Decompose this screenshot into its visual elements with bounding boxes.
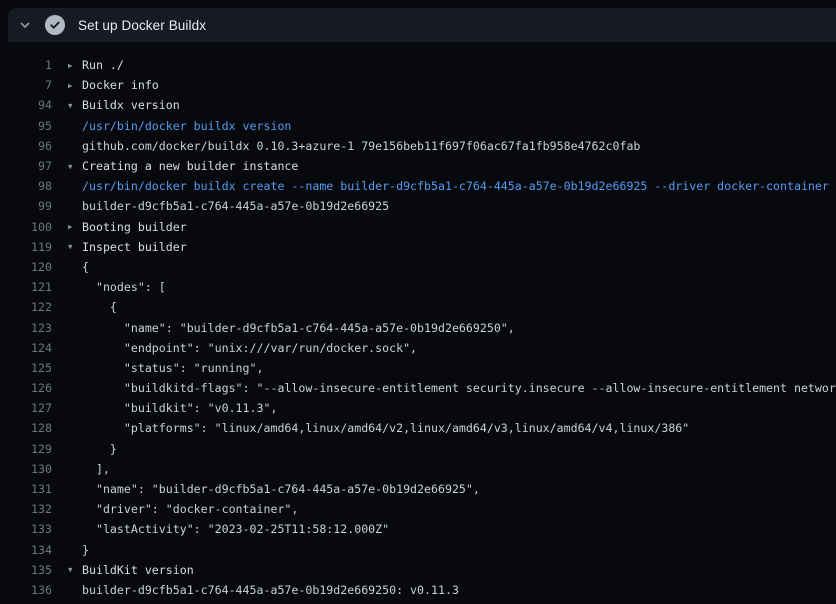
actions-log-viewer: Set up Docker Buildx 1 ▶ Run ./ 7 ▶ Dock… — [0, 0, 836, 604]
line-text: "name": "builder-d9cfb5a1-c764-445a-a57e… — [82, 482, 836, 496]
line-text: "lastActivity": "2023-02-25T11:58:12.000… — [82, 522, 836, 536]
log-line: 134 } — [0, 540, 836, 560]
log-line: 132 "driver": "docker-container", — [0, 499, 836, 519]
line-text: "status": "running", — [82, 361, 836, 375]
step-title: Set up Docker Buildx — [78, 18, 206, 33]
log-line: 98 /usr/bin/docker buildx create --name … — [0, 176, 836, 196]
line-text: } — [82, 442, 836, 456]
chevron-expanded-icon[interactable]: ▼ — [68, 162, 82, 171]
line-number[interactable]: 119 — [0, 240, 52, 254]
log-line[interactable]: 100 ▶ Booting builder — [0, 217, 836, 237]
line-text[interactable]: BuildKit version — [82, 563, 836, 577]
log-line: 126 "buildkitd-flags": "--allow-insecure… — [0, 378, 836, 398]
line-number[interactable]: 122 — [0, 300, 52, 314]
log-line[interactable]: 119 ▼ Inspect builder — [0, 237, 836, 257]
line-number[interactable]: 100 — [0, 220, 52, 234]
line-number[interactable]: 133 — [0, 522, 52, 536]
log-line: 99 builder-d9cfb5a1-c764-445a-a57e-0b19d… — [0, 196, 836, 216]
line-text: "endpoint": "unix:///var/run/docker.sock… — [82, 341, 836, 355]
line-number[interactable]: 126 — [0, 381, 52, 395]
line-text: "nodes": [ — [82, 280, 836, 294]
line-number[interactable]: 96 — [0, 139, 52, 153]
line-number[interactable]: 95 — [0, 119, 52, 133]
line-number[interactable]: 99 — [0, 199, 52, 213]
line-text[interactable]: Creating a new builder instance — [82, 159, 836, 173]
line-number[interactable]: 98 — [0, 179, 52, 193]
line-number[interactable]: 1 — [0, 58, 52, 72]
log-line: 128 "platforms": "linux/amd64,linux/amd6… — [0, 418, 836, 438]
line-text[interactable]: Inspect builder — [82, 240, 836, 254]
log-line: 131 "name": "builder-d9cfb5a1-c764-445a-… — [0, 479, 836, 499]
line-text: ], — [82, 462, 836, 476]
line-number[interactable]: 129 — [0, 442, 52, 456]
line-number[interactable]: 128 — [0, 421, 52, 435]
log-line: 120 { — [0, 257, 836, 277]
line-text: "buildkit": "v0.11.3", — [82, 401, 836, 415]
line-text[interactable]: Run ./ — [82, 58, 836, 72]
log-line: 95 /usr/bin/docker buildx version — [0, 116, 836, 136]
line-text: "platforms": "linux/amd64,linux/amd64/v2… — [82, 421, 836, 435]
log-line: 133 "lastActivity": "2023-02-25T11:58:12… — [0, 519, 836, 539]
log-line: 96 github.com/docker/buildx 0.10.3+azure… — [0, 136, 836, 156]
log-line[interactable]: 1 ▶ Run ./ — [0, 55, 836, 75]
log-line: 121 "nodes": [ — [0, 277, 836, 297]
line-number[interactable]: 7 — [0, 78, 52, 92]
line-text[interactable]: Buildx version — [82, 98, 836, 112]
line-number[interactable]: 97 — [0, 159, 52, 173]
step-header[interactable]: Set up Docker Buildx — [8, 8, 836, 42]
line-text: builder-d9cfb5a1-c764-445a-a57e-0b19d2e6… — [82, 583, 836, 597]
line-text[interactable]: Docker info — [82, 78, 836, 92]
line-text: /usr/bin/docker buildx version — [82, 119, 836, 133]
chevron-expanded-icon[interactable]: ▼ — [68, 565, 82, 574]
log-line[interactable]: 97 ▼ Creating a new builder instance — [0, 156, 836, 176]
line-text: github.com/docker/buildx 0.10.3+azure-1 … — [82, 139, 836, 153]
log-line: 129 } — [0, 439, 836, 459]
chevron-collapsed-icon[interactable]: ▶ — [68, 81, 82, 90]
log-line: 122 { — [0, 297, 836, 317]
chevron-expanded-icon[interactable]: ▼ — [68, 242, 82, 251]
log-line: 130 ], — [0, 459, 836, 479]
line-number[interactable]: 134 — [0, 543, 52, 557]
line-number[interactable]: 132 — [0, 502, 52, 516]
chevron-collapsed-icon[interactable]: ▶ — [68, 61, 82, 70]
line-number[interactable]: 121 — [0, 280, 52, 294]
check-circle-icon — [44, 8, 66, 42]
log-line[interactable]: 7 ▶ Docker info — [0, 75, 836, 95]
line-text[interactable]: Booting builder — [82, 220, 836, 234]
line-number[interactable]: 127 — [0, 401, 52, 415]
log-line: 127 "buildkit": "v0.11.3", — [0, 398, 836, 418]
log-line: 123 "name": "builder-d9cfb5a1-c764-445a-… — [0, 317, 836, 337]
log-line[interactable]: 94 ▼ Buildx version — [0, 95, 836, 115]
line-number[interactable]: 131 — [0, 482, 52, 496]
line-text: "buildkitd-flags": "--allow-insecure-ent… — [82, 381, 836, 395]
line-text: "name": "builder-d9cfb5a1-c764-445a-a57e… — [82, 321, 836, 335]
log-line: 124 "endpoint": "unix:///var/run/docker.… — [0, 338, 836, 358]
line-text: { — [82, 300, 836, 314]
chevron-expanded-icon[interactable]: ▼ — [68, 101, 82, 110]
line-text: { — [82, 260, 836, 274]
chevron-down-icon[interactable] — [10, 8, 40, 42]
line-number[interactable]: 130 — [0, 462, 52, 476]
line-number[interactable]: 136 — [0, 583, 52, 597]
line-text: } — [82, 543, 836, 557]
log-line: 125 "status": "running", — [0, 358, 836, 378]
line-text: builder-d9cfb5a1-c764-445a-a57e-0b19d2e6… — [82, 199, 836, 213]
log-line: 136 builder-d9cfb5a1-c764-445a-a57e-0b19… — [0, 580, 836, 600]
line-number[interactable]: 94 — [0, 98, 52, 112]
line-number[interactable]: 124 — [0, 341, 52, 355]
chevron-collapsed-icon[interactable]: ▶ — [68, 222, 82, 231]
line-text: /usr/bin/docker buildx create --name bui… — [82, 179, 836, 193]
line-number[interactable]: 120 — [0, 260, 52, 274]
log-lines: 1 ▶ Run ./ 7 ▶ Docker info 94 ▼ Buildx v… — [0, 42, 836, 604]
line-number[interactable]: 135 — [0, 563, 52, 577]
line-number[interactable]: 125 — [0, 361, 52, 375]
line-text: "driver": "docker-container", — [82, 502, 836, 516]
line-number[interactable]: 123 — [0, 321, 52, 335]
log-line[interactable]: 135 ▼ BuildKit version — [0, 560, 836, 580]
